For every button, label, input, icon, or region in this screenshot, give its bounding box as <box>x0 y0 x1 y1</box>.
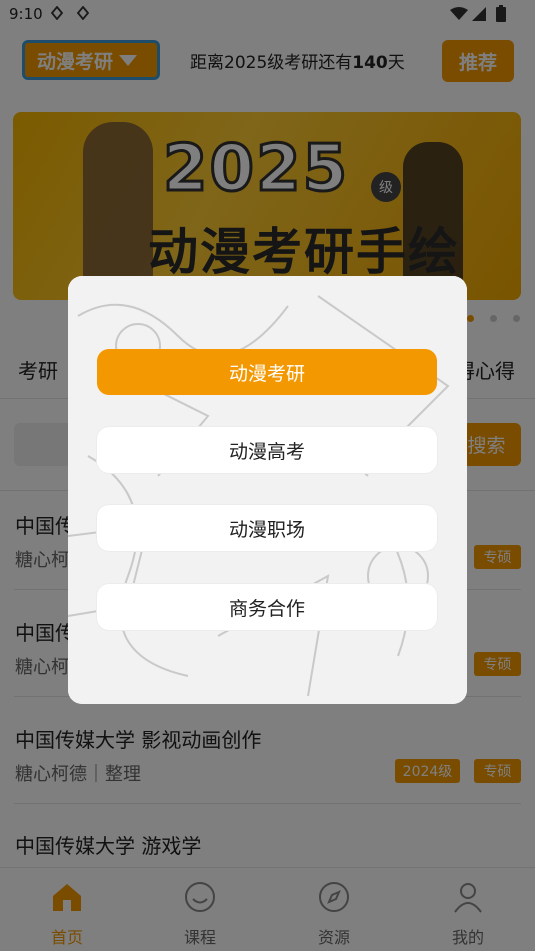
track-option-business[interactable]: 商务合作 <box>97 584 437 630</box>
track-option-anime-career[interactable]: 动漫职场 <box>97 505 437 551</box>
track-option-anime-postgrad[interactable]: 动漫考研 <box>97 349 437 395</box>
dialog-background-illustration <box>68 276 467 704</box>
track-picker-dialog: 动漫考研 动漫高考 动漫职场 商务合作 <box>68 276 467 704</box>
track-option-anime-gaokao[interactable]: 动漫高考 <box>97 427 437 473</box>
